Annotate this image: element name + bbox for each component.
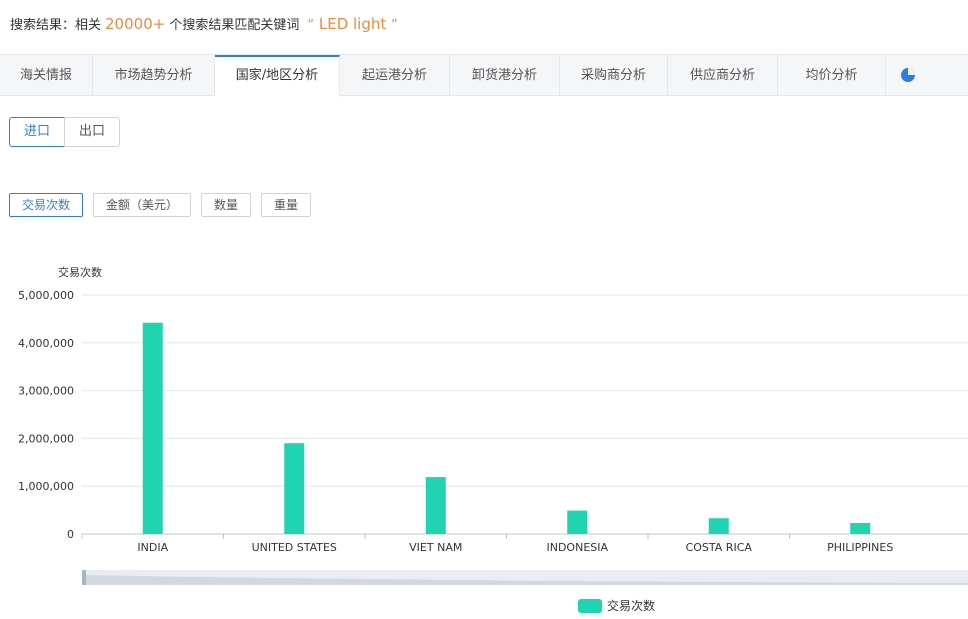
export-button[interactable]: 出口	[64, 117, 120, 147]
bar-india[interactable]	[142, 322, 163, 534]
bar-costa-rica[interactable]	[708, 518, 729, 534]
bar-philippines[interactable]	[850, 523, 871, 534]
y-axis-label: 交易次数	[58, 265, 102, 279]
x-tick-label: UNITED STATES	[252, 541, 337, 554]
metric-weight[interactable]: 重量	[261, 193, 311, 217]
tab-origin-port[interactable]: 起运港分析	[340, 55, 450, 96]
tab-supplier[interactable]: 供应商分析	[668, 55, 778, 96]
tab-customs-intel[interactable]: 海关情报	[0, 55, 93, 96]
analysis-tabs: 海关情报 市场趋势分析 国家/地区分析 起运港分析 卸货港分析 采购商分析 供应…	[0, 54, 968, 97]
quote-close: ”	[391, 18, 398, 33]
import-button[interactable]: 进口	[9, 117, 65, 147]
tab-country-region[interactable]: 国家/地区分析	[215, 55, 340, 97]
data-zoom-slider[interactable]	[82, 570, 968, 585]
country-bar-chart: 0 1,000,000 2,000,000 3,000,000 4,000,000 5,0…	[18, 265, 968, 585]
y-tick-label: 2,000,000	[18, 432, 74, 445]
x-tick-label: PHILIPPINES	[827, 541, 893, 554]
y-axis-ticks: 0 1,000,000 2,000,000 3,000,000 4,000,000 5,0…	[18, 289, 74, 541]
tab-discharge-port[interactable]: 卸货港分析	[450, 55, 560, 96]
search-suffix: 个搜索结果匹配关键词	[169, 18, 300, 33]
search-keyword: LED light	[318, 15, 387, 33]
tab-market-trend[interactable]: 市场趋势分析	[93, 55, 215, 96]
search-summary: 搜索结果：相关 20000+ 个搜索结果匹配关键词 “ LED light ”	[10, 14, 398, 38]
pie-chart-icon[interactable]	[900, 67, 916, 83]
chart-bars	[142, 322, 871, 534]
chart-legend[interactable]: 交易次数	[578, 597, 655, 615]
y-tick-label: 4,000,000	[18, 337, 74, 350]
metric-quantity[interactable]: 数量	[201, 193, 251, 217]
quote-open: “	[307, 18, 315, 33]
bar-indonesia[interactable]	[567, 510, 588, 534]
tab-avg-price[interactable]: 均价分析	[778, 55, 886, 96]
x-tick-label: COSTA RICA	[686, 541, 753, 554]
legend-label: 交易次数	[607, 599, 656, 613]
metric-transactions[interactable]: 交易次数	[9, 193, 83, 217]
y-tick-label: 1,000,000	[18, 480, 74, 493]
bar-united-states[interactable]	[284, 443, 305, 534]
zoom-handle[interactable]	[82, 570, 86, 585]
bar-viet-nam[interactable]	[425, 477, 446, 534]
chart-grid	[82, 294, 968, 535]
legend-swatch	[578, 598, 602, 613]
search-prefix: 搜索结果：相关	[10, 18, 102, 33]
y-tick-label: 0	[67, 528, 74, 541]
x-tick-label: INDONESIA	[546, 541, 608, 554]
x-tick-label: INDIA	[137, 541, 168, 554]
result-count: 20000+	[105, 15, 166, 33]
x-tick-label: VIET NAM	[409, 541, 462, 554]
y-tick-label: 5,000,000	[18, 289, 74, 302]
tab-buyer[interactable]: 采购商分析	[560, 55, 668, 96]
y-tick-label: 3,000,000	[18, 385, 74, 398]
x-axis-ticks: INDIA UNITED STATES VIET NAM INDONESIA COSTA…	[81, 534, 893, 554]
metric-amount-usd[interactable]: 金额（美元）	[93, 193, 191, 217]
